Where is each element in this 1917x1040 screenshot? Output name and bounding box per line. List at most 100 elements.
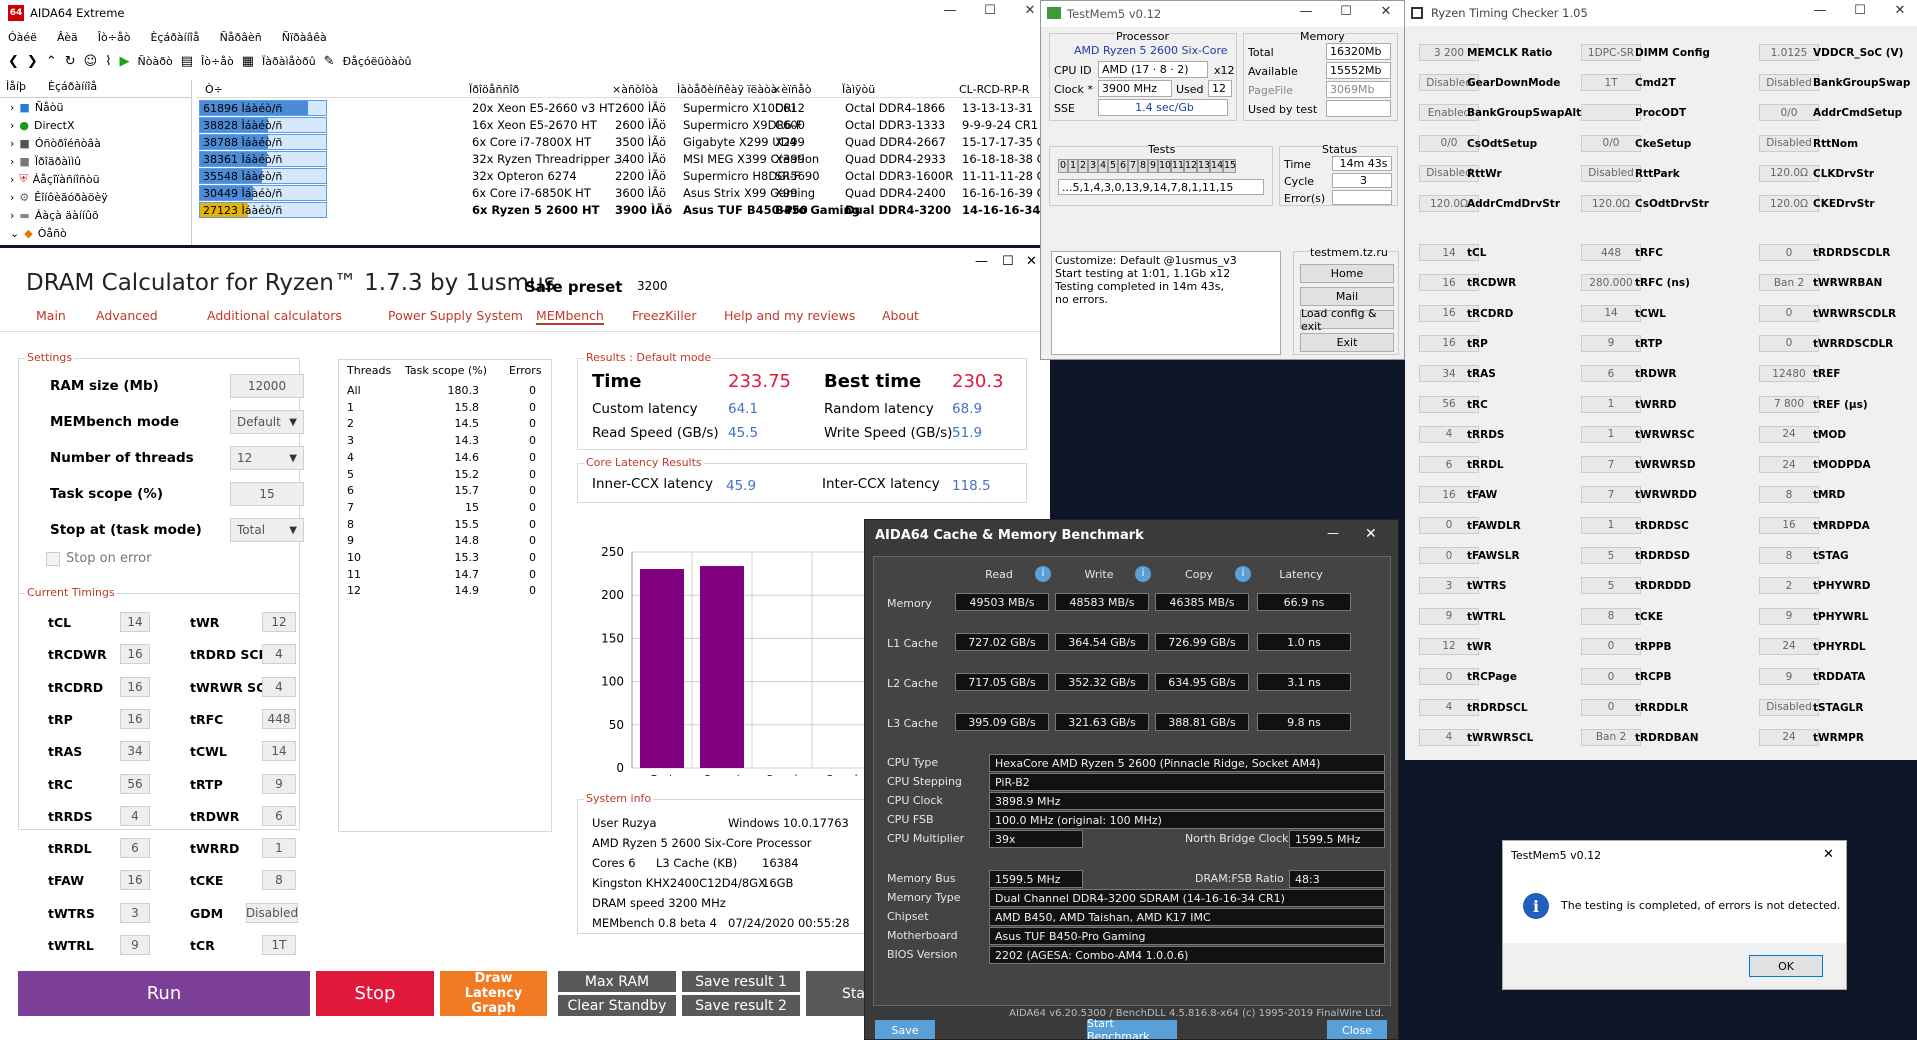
timing-label: tWRWRSCL xyxy=(1467,731,1534,744)
close-icon[interactable]: ✕ xyxy=(1371,4,1401,19)
tree-item[interactable]: › ■ Ïðîãðàììû xyxy=(0,152,191,170)
start-button[interactable]: Ñòàðò xyxy=(138,55,173,68)
start-benchmark-button[interactable]: Start Benchmark xyxy=(1087,1017,1177,1039)
timing-value: 9 xyxy=(1759,668,1819,686)
load-config-exit-button[interactable]: Load config & exit xyxy=(1300,307,1394,333)
user-icon[interactable]: ☺ xyxy=(84,54,98,69)
save-result-1-button[interactable]: Save result 1 xyxy=(682,971,800,992)
timing-label: tRFC xyxy=(1635,247,1663,259)
timing-label: tRDRDDD xyxy=(1635,580,1692,593)
mail-button[interactable]: Mail xyxy=(1300,287,1394,306)
setting-input[interactable]: 15 xyxy=(230,482,304,506)
tree-item[interactable]: › ■ Ñåòü xyxy=(0,98,191,116)
timing-label: Cmd2T xyxy=(1635,77,1676,90)
menu-view[interactable]: Âèä xyxy=(57,31,78,44)
preset-value[interactable]: 3200 xyxy=(637,279,668,293)
menu-tools[interactable]: Ñåðâèñ xyxy=(220,31,262,44)
test-indicator: 0 xyxy=(1058,159,1068,173)
max-ram-button[interactable]: Max RAM xyxy=(558,971,676,992)
maximize-icon[interactable]: ☐ xyxy=(1002,254,1014,269)
column-header: Copy xyxy=(1185,568,1213,581)
back-icon[interactable]: ❮ xyxy=(8,54,19,69)
timing-label: tRDRDSC xyxy=(1635,519,1689,532)
params-button[interactable]: Ïàðàìåòðû xyxy=(262,55,316,68)
thread-errors: 0 xyxy=(529,534,536,548)
minimize-icon[interactable]: — xyxy=(1327,526,1339,540)
info-icon[interactable]: i xyxy=(1235,566,1251,582)
save-result-2-button[interactable]: Save result 2 xyxy=(682,995,800,1016)
setting-input[interactable]: 12000 xyxy=(230,374,304,398)
timing-label: tRAS xyxy=(48,744,83,760)
minimize-icon[interactable]: — xyxy=(1805,3,1835,18)
tab-favorites[interactable]: Èçáðàííîå xyxy=(48,80,97,97)
tree-item[interactable]: › ■ Óñòðîéñòâà xyxy=(0,134,191,152)
forward-icon[interactable]: ❯ xyxy=(27,54,38,69)
results-icon[interactable]: ✎ xyxy=(324,54,335,69)
statistics-button[interactable]: Statis xyxy=(806,971,882,1016)
up-icon[interactable]: ⌃ xyxy=(46,54,57,69)
close-icon[interactable]: ✕ xyxy=(1026,254,1037,269)
thread-scope: 15.3 xyxy=(454,551,480,564)
report-icon[interactable]: ▤ xyxy=(181,54,193,69)
report-button[interactable]: Îò÷åò xyxy=(201,55,234,68)
bench-row[interactable]: 27123 Ìáàéò/ñ 6x Ryzen 5 2600 HT 3900 ÌÃö A… xyxy=(197,200,1052,221)
run-button[interactable]: Run xyxy=(18,971,310,1016)
menu-favorites[interactable]: Èçáðàííîå xyxy=(150,31,199,44)
thread-errors: 0 xyxy=(529,517,536,531)
tab-power[interactable]: Power Supply System xyxy=(388,308,523,323)
exit-button[interactable]: Exit xyxy=(1300,333,1394,352)
tab-freezkiller[interactable]: FreezKiller xyxy=(632,308,697,323)
info-icon[interactable]: i xyxy=(1135,566,1151,582)
status-group: Status Time 14m 43s Cycle 3 Error(s) xyxy=(1279,143,1398,206)
info-icon[interactable]: i xyxy=(1035,566,1051,582)
timing-value: 14 xyxy=(262,741,296,762)
menu-report[interactable]: Îò÷åò xyxy=(98,31,131,44)
menu-file[interactable]: Óàéë xyxy=(8,31,37,44)
close-icon[interactable]: ✕ xyxy=(1823,847,1834,862)
thread-scope: 14.9 xyxy=(454,584,480,598)
tab-help[interactable]: Help and my reviews xyxy=(724,308,855,323)
tab-membench[interactable]: MEMbench xyxy=(536,308,604,325)
tree-item[interactable]: › ⛨ Áåçîïàñíîñòü xyxy=(0,170,191,188)
tree-item[interactable]: › ● DirectX xyxy=(0,116,191,134)
maximize-icon[interactable]: ☐ xyxy=(1331,4,1361,19)
minimize-icon[interactable]: — xyxy=(935,3,965,18)
score-bar: 30449 Ìáàéò/ñ xyxy=(199,185,327,201)
maximize-icon[interactable]: ☐ xyxy=(975,3,1005,18)
tab-additional[interactable]: Additional calculators xyxy=(207,308,342,323)
menu-help[interactable]: Ñïðàâêà xyxy=(282,31,327,44)
minimize-icon[interactable]: — xyxy=(1291,4,1321,19)
params-icon[interactable]: ▦ xyxy=(242,54,254,69)
clear-standby-button[interactable]: Clear Standby xyxy=(558,995,676,1016)
setting-input[interactable]: Total ▼ xyxy=(230,518,304,542)
refresh-icon[interactable]: ↻ xyxy=(65,54,76,69)
chart-icon[interactable]: ⌇ xyxy=(105,54,111,69)
score-bar: 38788 Ìáàéò/ñ xyxy=(199,134,327,150)
ok-button[interactable]: OK xyxy=(1749,955,1823,977)
tab-about[interactable]: About xyxy=(882,308,919,323)
home-button[interactable]: Home xyxy=(1300,264,1394,283)
timing-label: tWRMPR xyxy=(1813,731,1864,744)
maximize-icon[interactable]: ☐ xyxy=(1845,3,1875,18)
stop-on-error-checkbox[interactable] xyxy=(46,552,60,566)
tree-item[interactable]: ⌄ ◆ Òåñò xyxy=(0,224,191,242)
results-button[interactable]: Ðåçóëüòàòû xyxy=(343,55,412,68)
close-icon[interactable]: ✕ xyxy=(1885,3,1915,18)
timing-label: tRRDDLR xyxy=(1635,701,1689,714)
tab-main[interactable]: Main xyxy=(36,308,66,323)
close-icon[interactable]: ✕ xyxy=(1365,526,1377,542)
setting-input[interactable]: Default ▼ xyxy=(230,410,304,434)
timing-label: tRDWR xyxy=(1635,368,1677,381)
tab-menu[interactable]: Ìåíþ xyxy=(6,80,26,97)
tree-item[interactable]: › ▬ Áàçà äàííûõ xyxy=(0,206,191,224)
stop-button[interactable]: Stop xyxy=(316,971,434,1016)
best-time-value: 230.3 xyxy=(952,371,1004,392)
start-icon[interactable]: ▶ xyxy=(120,54,130,69)
tab-advanced[interactable]: Advanced xyxy=(96,308,158,323)
minimize-icon[interactable]: — xyxy=(975,254,988,269)
tree-item[interactable]: › ⚙ Êîíôèãóðàöèÿ xyxy=(0,188,191,206)
save-button[interactable]: Save xyxy=(875,1020,935,1039)
close-button[interactable]: Close xyxy=(1327,1020,1387,1039)
setting-input[interactable]: 12 ▼ xyxy=(230,446,304,470)
draw-latency-graph-button[interactable]: Draw Latency Graph xyxy=(440,971,547,1016)
